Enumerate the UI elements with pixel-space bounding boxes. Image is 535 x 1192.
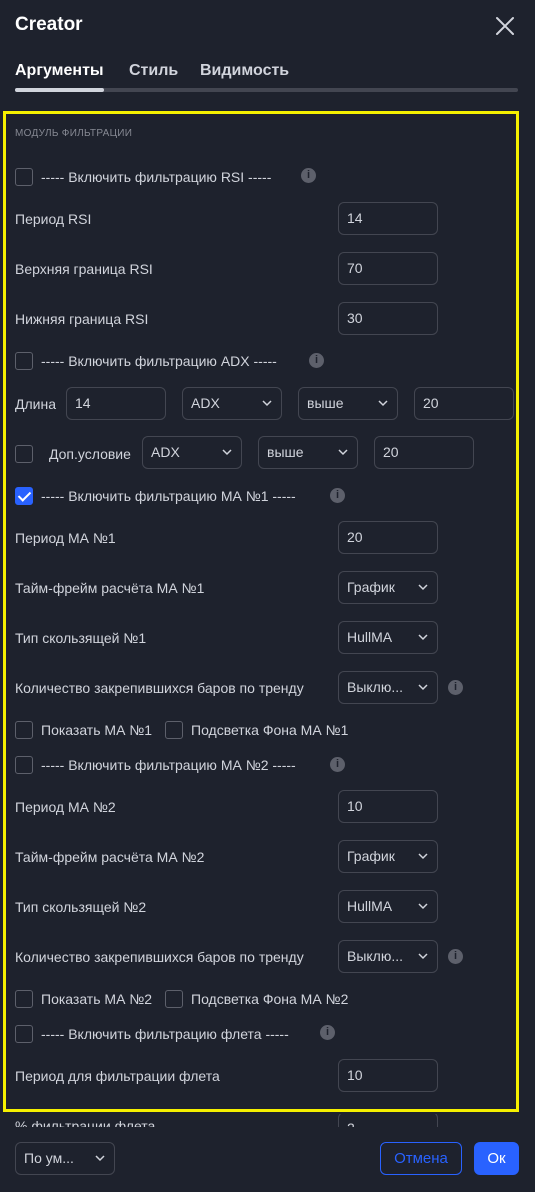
- defaults-select[interactable]: По ум...: [15, 1142, 115, 1175]
- close-icon[interactable]: [493, 14, 517, 38]
- cancel-button[interactable]: Отмена: [380, 1142, 462, 1175]
- chevron-down-icon: [95, 1155, 105, 1162]
- dialog-title: Creator: [15, 14, 83, 35]
- highlight-box: [3, 111, 519, 1112]
- tab-arguments[interactable]: Аргументы: [15, 62, 104, 80]
- defaults-value: По ум...: [24, 1150, 74, 1166]
- tab-visibility[interactable]: Видимость: [200, 62, 289, 80]
- tab-style[interactable]: Стиль: [129, 62, 178, 80]
- tab-underline-active: [15, 88, 104, 92]
- ok-button[interactable]: Ок: [474, 1142, 519, 1175]
